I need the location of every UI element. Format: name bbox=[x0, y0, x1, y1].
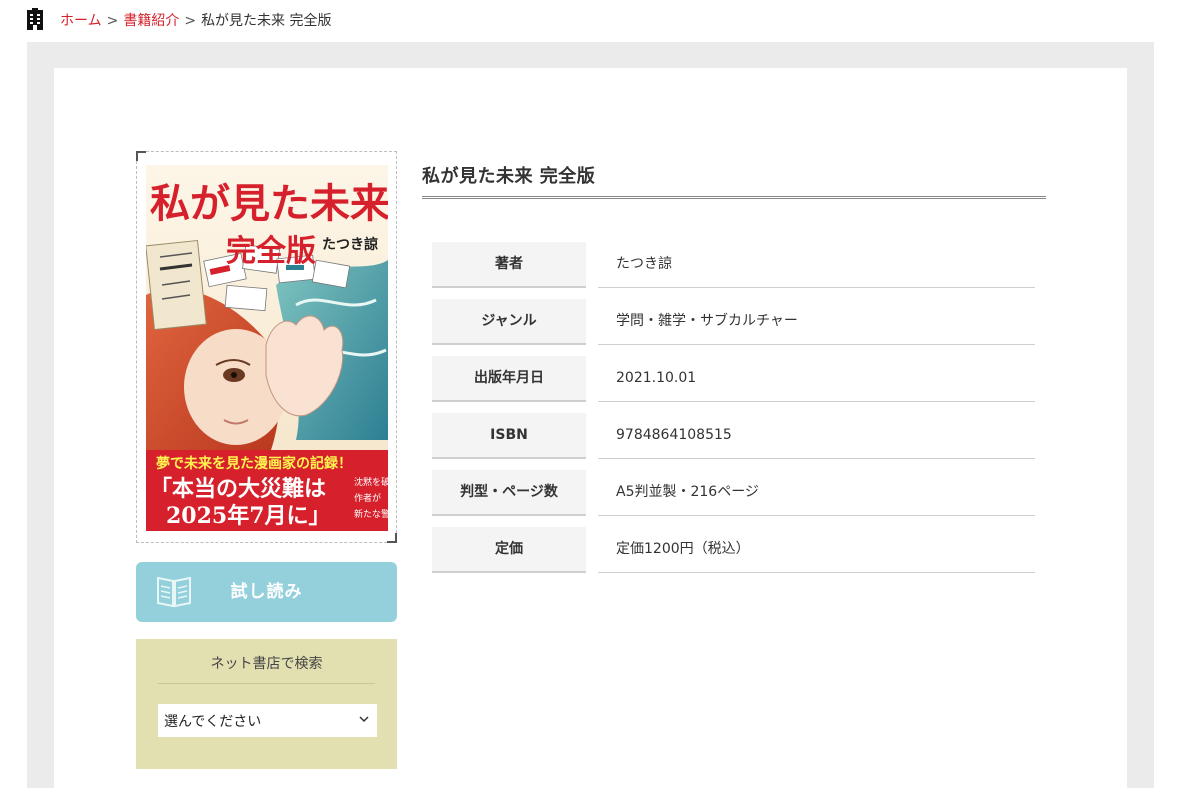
detail-label: ジャンル bbox=[432, 299, 586, 345]
cover-band-quote-line1: 「本当の大災難は bbox=[150, 476, 326, 502]
store-select[interactable]: 選んでください bbox=[158, 704, 377, 737]
corner-mark bbox=[387, 533, 397, 543]
detail-label: 定価 bbox=[432, 527, 586, 573]
breadcrumb-separator: > bbox=[106, 13, 119, 29]
detail-value: A5判並製・216ページ bbox=[598, 470, 1035, 516]
detail-value: 学問・雑学・サブカルチャー bbox=[598, 299, 1035, 345]
detail-row-publish-date: 出版年月日 2021.10.01 bbox=[432, 356, 1035, 402]
online-store-title: ネット書店で検索 bbox=[158, 653, 375, 684]
cover-title-line2: 完全版 bbox=[226, 234, 316, 269]
cover-band-side-line3: 新たな警告 bbox=[354, 508, 388, 520]
cover-author: たつき諒 bbox=[322, 236, 378, 253]
building-icon bbox=[27, 8, 43, 30]
detail-label: ISBN bbox=[432, 413, 586, 459]
store-select-value: 選んでください bbox=[164, 714, 262, 730]
corner-mark bbox=[136, 151, 146, 161]
breadcrumb-current: 私が見た未来 完全版 bbox=[201, 13, 332, 29]
breadcrumb: ホーム > 書籍紹介 > 私が見た未来 完全版 bbox=[60, 11, 332, 31]
cover-title-line1: 私が見た未来 bbox=[150, 180, 388, 227]
online-store-search: ネット書店で検索 選んでください bbox=[136, 639, 397, 769]
cover-band-quote-line2: 2025年7月に」 bbox=[166, 503, 331, 529]
title-divider bbox=[422, 196, 1046, 199]
breadcrumb-bar: ホーム > 書籍紹介 > 私が見た未来 完全版 bbox=[0, 0, 1181, 42]
detail-row-isbn: ISBN 9784864108515 bbox=[432, 413, 1035, 459]
detail-row-price: 定価 定価1200円（税込） bbox=[432, 527, 1035, 573]
book-cover-image[interactable]: 私が見た未来 完全版 たつき諒 夢で未来を見た漫画家の記録！ 「本当の大災難は … bbox=[146, 165, 388, 531]
breadcrumb-separator: > bbox=[184, 13, 197, 29]
detail-value: 定価1200円（税込） bbox=[598, 527, 1035, 573]
cover-band-side-line2: 作者が bbox=[354, 492, 381, 504]
detail-row-genre: ジャンル 学問・雑学・サブカルチャー bbox=[432, 299, 1035, 345]
book-cover-frame: 私が見た未来 完全版 たつき諒 夢で未来を見た漫画家の記録！ 「本当の大災難は … bbox=[136, 151, 397, 543]
chevron-down-icon bbox=[359, 716, 369, 723]
detail-value: たつき諒 bbox=[598, 242, 1035, 288]
detail-label: 著者 bbox=[432, 242, 586, 288]
breadcrumb-home-link[interactable]: ホーム bbox=[60, 13, 102, 29]
breadcrumb-books-link[interactable]: 書籍紹介 bbox=[123, 13, 179, 29]
detail-value: 2021.10.01 bbox=[598, 356, 1035, 402]
cover-band-headline: 夢で未来を見た漫画家の記録！ bbox=[156, 455, 352, 472]
trial-read-label: 試し読み bbox=[230, 582, 303, 602]
detail-label: 判型・ページ数 bbox=[432, 470, 586, 516]
cover-band-side-line1: 沈黙を破り、 bbox=[354, 476, 388, 488]
book-title: 私が見た未来 完全版 bbox=[422, 166, 596, 187]
detail-row-author: 著者 たつき諒 bbox=[432, 242, 1035, 288]
detail-value: 9784864108515 bbox=[598, 413, 1035, 459]
book-cover-art: 私が見た未来 完全版 たつき諒 夢で未来を見た漫画家の記録！ 「本当の大災難は … bbox=[146, 165, 388, 531]
detail-row-format: 判型・ページ数 A5判並製・216ページ bbox=[432, 470, 1035, 516]
trial-read-button[interactable]: 試し読み bbox=[136, 562, 397, 622]
detail-label: 出版年月日 bbox=[432, 356, 586, 402]
